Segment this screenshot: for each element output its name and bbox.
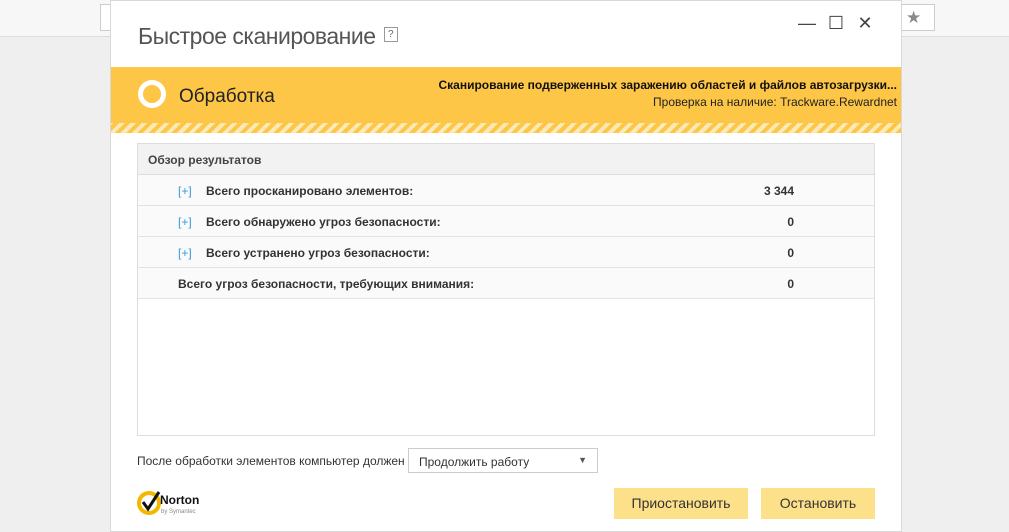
help-button[interactable]: ?: [383, 27, 398, 43]
row-value: 0: [787, 246, 794, 260]
dropdown-arrow-icon: ▼: [578, 455, 587, 465]
window-title: Быстрое сканирование?: [138, 23, 398, 50]
after-action-select[interactable]: Продолжить работу ▼: [408, 448, 598, 473]
progress-stripes: [111, 123, 901, 133]
status-detail: Сканирование подверженных заражению обла…: [438, 78, 898, 92]
close-icon[interactable]: ✕: [854, 13, 876, 34]
row-label: Всего обнаружено угроз безопасности:: [206, 215, 441, 229]
status-banner: Обработка Сканирование подверженных зара…: [111, 67, 901, 123]
table-row: [+] Всего устранено угроз безопасности: 0: [138, 237, 874, 268]
title-text: Быстрое сканирование: [138, 23, 376, 49]
progress-ring-icon: [138, 80, 166, 108]
minimize-icon[interactable]: —: [796, 13, 818, 34]
after-action-label: После обработки элементов компьютер долж…: [137, 454, 405, 468]
selected-value: Продолжить работу: [419, 455, 530, 469]
status-checking: Проверка на наличие: Trackware.Rewardnet: [653, 95, 897, 109]
stop-button[interactable]: Остановить: [761, 488, 875, 519]
bookmark-star-icon[interactable]: ★: [906, 8, 921, 28]
status-label: Обработка: [179, 86, 275, 107]
scan-window: Быстрое сканирование? — ☐ ✕ Обработка Ск…: [110, 0, 902, 532]
row-value: 3 344: [763, 184, 794, 198]
pause-button[interactable]: Приостановить: [614, 488, 748, 519]
row-value: 0: [787, 215, 794, 229]
table-row: [+] Всего просканировано элементов: 3 344: [138, 175, 874, 206]
norton-logo: Norton by Symantec: [137, 488, 207, 518]
table-row: Всего угроз безопасности, требующих вним…: [138, 268, 874, 299]
row-value: 0: [787, 277, 794, 291]
expand-button[interactable]: [+]: [178, 215, 192, 229]
results-table: Обзор результатов [+] Всего просканирован…: [137, 143, 875, 436]
maximize-icon[interactable]: ☐: [825, 13, 847, 34]
row-label: Всего устранено угроз безопасности:: [206, 246, 430, 260]
expand-button[interactable]: [+]: [178, 184, 192, 198]
results-header: Обзор результатов: [138, 144, 874, 175]
svg-text:Norton: Norton: [160, 493, 199, 507]
svg-text:by Symantec: by Symantec: [161, 509, 196, 515]
row-label: Всего угроз безопасности, требующих вним…: [178, 277, 475, 291]
row-label: Всего просканировано элементов:: [206, 184, 414, 198]
table-row: [+] Всего обнаружено угроз безопасности: 0: [138, 206, 874, 237]
expand-button[interactable]: [+]: [178, 246, 192, 260]
